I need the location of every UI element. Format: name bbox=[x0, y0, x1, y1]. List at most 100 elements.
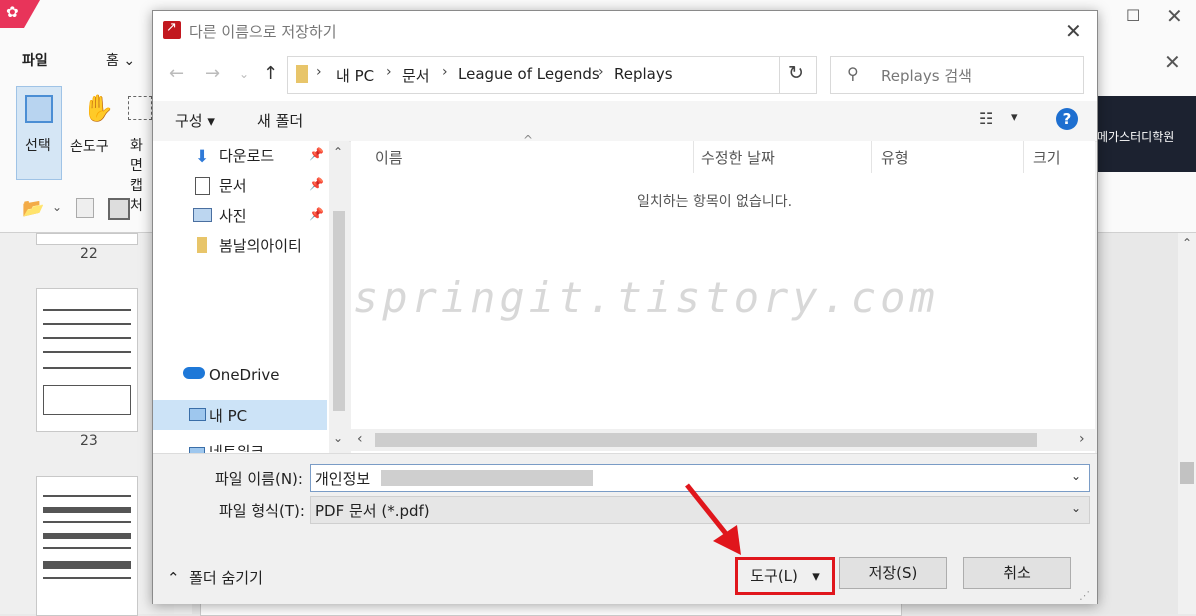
pin-icon[interactable]: 📌 bbox=[309, 207, 324, 221]
organize-button[interactable]: 구성 ▾ bbox=[175, 110, 215, 131]
nav-item-pictures[interactable]: 사진 bbox=[219, 205, 247, 226]
nav-item-network[interactable]: 네트워크 bbox=[209, 441, 264, 452]
nav-scrollbar-thumb[interactable] bbox=[333, 211, 345, 411]
back-arrow-icon[interactable]: ← bbox=[169, 63, 184, 84]
select-tool-icon bbox=[25, 95, 53, 123]
chevron-right-icon[interactable]: › bbox=[316, 64, 322, 80]
watermark-text: springit.tistory.com bbox=[353, 273, 939, 322]
ribbon-close-icon[interactable]: ✕ bbox=[1164, 50, 1181, 74]
search-icon: ⚲ bbox=[847, 64, 859, 83]
cloud-icon bbox=[183, 367, 205, 379]
dialog-title: 다른 이름으로 저장하기 bbox=[189, 23, 337, 41]
document-scroll-up-icon[interactable]: ⌃ bbox=[1182, 236, 1192, 250]
search-placeholder: Replays 검색 bbox=[881, 67, 972, 85]
resize-grip-icon[interactable]: ⋰ bbox=[1079, 589, 1090, 602]
nav-item-this-pc[interactable]: 내 PC bbox=[209, 405, 247, 426]
up-arrow-icon[interactable]: ↑ bbox=[263, 63, 278, 84]
page-number-22: 22 bbox=[80, 246, 98, 262]
screen-capture-icon bbox=[128, 96, 152, 120]
document-icon bbox=[195, 177, 210, 195]
empty-folder-message: 일치하는 항목이 없습니다. bbox=[637, 194, 793, 210]
filetype-label: 파일 형식(T): bbox=[219, 502, 305, 520]
refresh-icon: ↻ bbox=[788, 62, 804, 84]
window-close-icon[interactable]: ✕ bbox=[1166, 4, 1183, 28]
tools-dropdown-icon: ▾ bbox=[812, 567, 820, 585]
file-list-hscrollbar-thumb[interactable] bbox=[375, 433, 1037, 447]
hide-folders-label: 폴더 숨기기 bbox=[189, 569, 263, 587]
open-folder-icon[interactable]: 📂 bbox=[22, 198, 44, 219]
open-dropdown-icon[interactable]: ⌄ bbox=[52, 200, 62, 214]
computer-icon bbox=[189, 408, 206, 421]
cancel-button[interactable]: 취소 bbox=[963, 557, 1071, 589]
view-options-icon[interactable]: ☷ bbox=[979, 109, 993, 128]
chevron-down-icon[interactable]: ⌄ bbox=[1071, 469, 1081, 483]
page-thumbnail-23[interactable] bbox=[36, 288, 138, 432]
folder-icon bbox=[296, 65, 308, 83]
view-dropdown-icon[interactable]: ▾ bbox=[1011, 110, 1018, 125]
save-button[interactable]: 저장(S) bbox=[839, 557, 947, 589]
scroll-right-icon[interactable]: › bbox=[1079, 431, 1085, 447]
breadcrumb-league-of-legends[interactable]: League of Legends bbox=[458, 65, 600, 83]
column-date-modified[interactable]: 수정한 날짜 bbox=[701, 147, 775, 168]
ribbon-tab-home[interactable]: 홈 ⌄ bbox=[106, 50, 135, 70]
document-scrollbar[interactable] bbox=[1178, 233, 1196, 614]
recent-locations-icon[interactable]: ⌄ bbox=[239, 67, 249, 81]
nav-item-folder[interactable]: 봄날의아이티 bbox=[219, 235, 302, 256]
app-icon: ↗ bbox=[163, 20, 181, 39]
download-icon: ⬇ bbox=[195, 147, 210, 167]
page-thumbnail-22[interactable] bbox=[36, 233, 138, 245]
pin-icon[interactable]: 📌 bbox=[309, 147, 324, 161]
refresh-button[interactable]: ↻ bbox=[779, 56, 817, 94]
column-divider[interactable] bbox=[1023, 141, 1024, 173]
chevron-right-icon[interactable]: › bbox=[598, 64, 604, 80]
tools-label: 도구(L) bbox=[750, 567, 798, 585]
address-bar[interactable]: › 내 PC › 문서 › League of Legends › Replay… bbox=[287, 56, 894, 94]
nav-scroll-up-icon[interactable]: ⌃ bbox=[333, 145, 343, 159]
hand-tool-icon: ✋ bbox=[82, 94, 115, 124]
filetype-value: PDF 문서 (*.pdf) bbox=[315, 502, 430, 520]
nav-scroll-down-icon[interactable]: ⌄ bbox=[333, 431, 343, 445]
chevron-down-icon[interactable]: ⌄ bbox=[1071, 501, 1081, 515]
ad-banner-text: 메가스터디학원 bbox=[1097, 130, 1175, 144]
forward-arrow-icon[interactable]: → bbox=[205, 63, 220, 84]
breadcrumb-replays[interactable]: Replays bbox=[614, 65, 673, 83]
filename-label: 파일 이름(N): bbox=[215, 470, 303, 488]
column-divider[interactable] bbox=[871, 141, 872, 173]
save-all-icon[interactable] bbox=[108, 198, 130, 220]
help-icon[interactable]: ? bbox=[1056, 108, 1078, 130]
hide-folders-toggle[interactable]: ⌃ 폴더 숨기기 bbox=[167, 567, 263, 588]
dialog-title-bar[interactable]: ↗ 다른 이름으로 저장하기 ✕ bbox=[153, 11, 1097, 51]
nav-item-onedrive[interactable]: OneDrive bbox=[209, 366, 280, 384]
pin-icon[interactable]: 📌 bbox=[309, 177, 324, 191]
nav-item-documents[interactable]: 문서 bbox=[219, 175, 247, 196]
page-thumbnail-24[interactable] bbox=[36, 476, 138, 616]
filename-redacted bbox=[381, 470, 593, 486]
screen-capture-label[interactable]: 화면 캡처 bbox=[130, 136, 152, 216]
new-folder-button[interactable]: 새 폴더 bbox=[257, 110, 303, 131]
picture-icon bbox=[193, 208, 212, 222]
save-icon[interactable] bbox=[76, 198, 94, 218]
save-as-dialog: ↗ 다른 이름으로 저장하기 ✕ ← → ⌄ ↑ › 내 PC › 문서 › L… bbox=[152, 10, 1098, 604]
column-type[interactable]: 유형 bbox=[881, 147, 909, 168]
scroll-left-icon[interactable]: ‹ bbox=[357, 431, 363, 447]
hand-tool-label[interactable]: 손도구 bbox=[70, 136, 109, 156]
maximize-icon[interactable]: ☐ bbox=[1126, 6, 1140, 25]
folder-icon bbox=[197, 237, 207, 253]
chevron-right-icon[interactable]: › bbox=[442, 64, 448, 80]
tools-button[interactable]: 도구(L) ▾ bbox=[735, 557, 835, 595]
column-name[interactable]: 이름 bbox=[375, 147, 403, 168]
breadcrumb-this-pc[interactable]: 내 PC bbox=[336, 65, 374, 86]
ribbon-tab-file[interactable]: 파일 bbox=[22, 50, 48, 70]
chevron-right-icon[interactable]: › bbox=[386, 64, 392, 80]
column-divider[interactable] bbox=[693, 141, 694, 173]
search-input[interactable]: ⚲ Replays 검색 bbox=[830, 56, 1084, 94]
chevron-up-icon: ⌃ bbox=[167, 569, 180, 587]
column-size[interactable]: 크기 bbox=[1033, 147, 1061, 168]
select-tool-button[interactable]: 선택 bbox=[16, 86, 62, 180]
nav-item-downloads[interactable]: 다운로드 bbox=[219, 145, 274, 166]
close-icon[interactable]: ✕ bbox=[1065, 19, 1082, 43]
filename-value: 개인정보 bbox=[315, 470, 371, 488]
sort-ascending-icon: ^ bbox=[523, 133, 534, 147]
breadcrumb-documents[interactable]: 문서 bbox=[402, 65, 430, 86]
document-scrollbar-thumb[interactable] bbox=[1180, 462, 1194, 484]
